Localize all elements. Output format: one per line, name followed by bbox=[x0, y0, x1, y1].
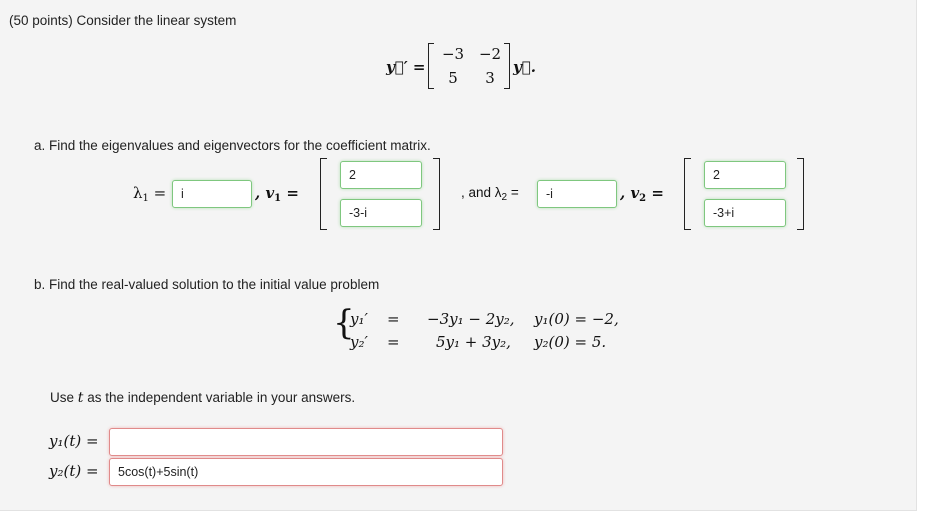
v1-left-bracket bbox=[320, 158, 327, 230]
lambda1-input[interactable] bbox=[172, 180, 252, 208]
v1-right-bracket bbox=[433, 158, 440, 230]
problem-header: (50 points) Consider the linear system bbox=[9, 13, 237, 28]
v1-entry-2-input[interactable] bbox=[340, 199, 422, 227]
v2-right-bracket bbox=[797, 158, 804, 230]
v2-label: , v2 = bbox=[620, 184, 664, 204]
v2-left-bracket bbox=[684, 158, 691, 230]
y1-answer-input[interactable] bbox=[109, 428, 503, 456]
system-rhs: y⃗. bbox=[513, 58, 536, 76]
eq1-rhs: −3y₁ − 2y₂, bbox=[427, 310, 515, 328]
y1-label: y₁(t) = bbox=[49, 432, 99, 450]
eq1-lhs: y₁′ bbox=[350, 310, 368, 328]
y2-answer-input[interactable] bbox=[109, 458, 503, 486]
v2-entry-1-input[interactable] bbox=[704, 161, 786, 189]
variable-instruction: Use t as the independent variable in you… bbox=[50, 390, 356, 406]
and-lambda2-label: , and λ2 = bbox=[461, 185, 519, 203]
part-b-prompt: b. Find the real-valued solution to the … bbox=[34, 277, 380, 292]
v1-label: , v1 = bbox=[255, 184, 299, 204]
matrix-cell-11: −3 bbox=[441, 45, 465, 63]
eq2-equals: = bbox=[387, 333, 400, 351]
v1-entry-1-input[interactable] bbox=[340, 161, 422, 189]
matrix-right-bracket bbox=[504, 43, 510, 89]
matrix-cell-21: 5 bbox=[448, 69, 458, 87]
eq1-equals: = bbox=[387, 310, 400, 328]
y2-label: y₂(t) = bbox=[49, 462, 99, 480]
problem-panel: (50 points) Consider the linear system y… bbox=[0, 0, 917, 511]
eq1-initial-condition: y₁(0) = −2, bbox=[534, 310, 619, 328]
part-a-prompt: a. Find the eigenvalues and eigenvectors… bbox=[34, 138, 431, 153]
matrix-cell-12: −2 bbox=[478, 45, 502, 63]
matrix-left-bracket bbox=[428, 43, 434, 89]
eq2-lhs: y₂′ bbox=[350, 333, 368, 351]
matrix-cell-22: 3 bbox=[485, 69, 495, 87]
v2-entry-2-input[interactable] bbox=[704, 199, 786, 227]
lambda1-label: λ1 = bbox=[133, 184, 167, 204]
lambda2-input[interactable] bbox=[537, 180, 617, 208]
eq2-initial-condition: y₂(0) = 5. bbox=[534, 333, 607, 351]
system-lhs: y⃗′ = bbox=[386, 58, 426, 76]
eq2-rhs: 5y₁ + 3y₂, bbox=[436, 333, 511, 351]
